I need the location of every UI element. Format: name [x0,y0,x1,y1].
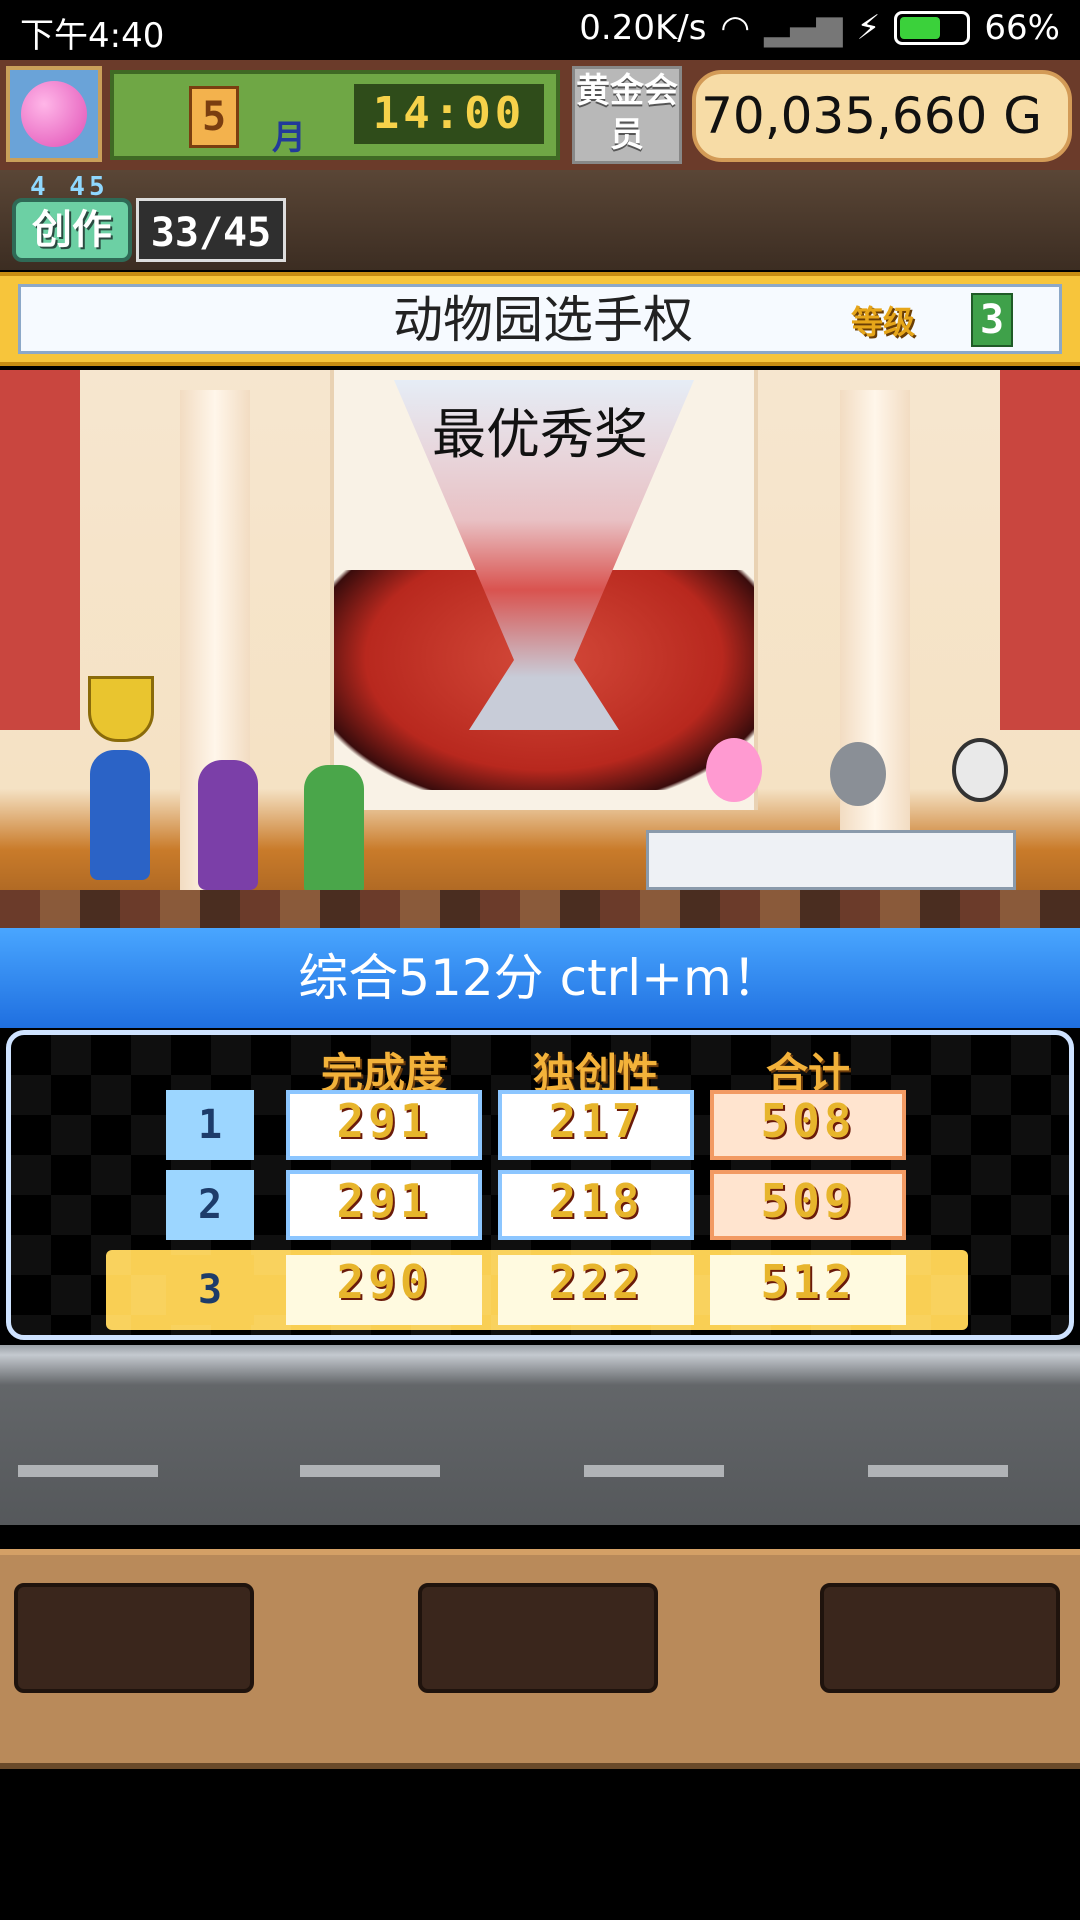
status-right: 0.20K/s ◠ ▂▄▆ ⚡ 66% [579,8,1060,48]
rabbit-judge [706,738,762,802]
contestant-character [198,760,258,890]
result-header: 综合512分 ctrl+m！ [0,928,1080,1028]
contest-banner: 动物园选手权 等级 3 [0,272,1080,366]
clock: 14:00 [354,84,544,144]
score-cell: 217 [498,1090,694,1160]
rank-cell: 3 [166,1255,254,1325]
total-cell: 512 [710,1255,906,1325]
bottom-bar [0,1769,1080,1920]
audience [0,890,1080,928]
total-cell: 508 [710,1090,906,1160]
level-value: 3 [971,293,1013,347]
tray-slot-2[interactable] [418,1583,658,1693]
award-title: 最优秀奖 [432,403,648,466]
total-cell: 509 [710,1170,906,1240]
rank-cell: 1 [166,1090,254,1160]
tray-slot-1[interactable] [14,1583,254,1693]
banner-inner: 动物园选手权 等级 3 [18,284,1062,354]
road-dash [300,1465,440,1477]
divider [0,1525,1080,1549]
scoreboard-grid: 完成度 独创性 合计 1 291 217 508 2 291 218 509 3… [6,1030,1074,1340]
rank-cell: 2 [166,1170,254,1240]
score-cell: 291 [286,1090,482,1160]
bottom-tray [0,1549,1080,1769]
road [0,1345,1080,1525]
koala-judge [830,742,886,806]
panda-judge [952,738,1008,802]
money-display: 70,035,660 G [692,70,1072,162]
score-cell: 291 [286,1170,482,1240]
tray-slot-3[interactable] [820,1583,1060,1693]
month-label: 月 [272,118,306,158]
date-panel: 5 月 14:00 [110,70,560,160]
score-cell: 222 [498,1255,694,1325]
signal-icon: ▂▄▆ [764,8,843,48]
top-hud: 5 月 14:00 黄金会员 70,035,660 G [0,60,1080,170]
month-number: 5 [189,86,239,148]
award-stage: 最优秀奖 [0,370,1080,928]
battery-icon [894,11,971,45]
creation-badge: 创作 [12,198,132,262]
status-time: 下午4:40 [20,16,165,56]
chef-character [90,750,150,880]
network-speed: 0.20K/s [579,8,707,48]
road-dash [584,1465,724,1477]
charging-icon: ⚡ [856,8,881,48]
battery-percent: 66% [984,8,1060,48]
judge-table [646,830,1016,890]
contestant-character [304,765,364,895]
score-cell: 218 [498,1170,694,1240]
status-bar: 下午4:40 0.20K/s ◠ ▂▄▆ ⚡ 66% [0,0,1080,60]
trophy-icon [88,676,154,742]
avatar-tree-icon[interactable] [6,66,102,162]
creation-count: 33/45 [136,198,286,262]
level-label: 等级 [851,303,916,341]
road-dash [18,1465,158,1477]
creation-area: 4 45 创作 33/45 [0,170,1080,270]
wifi-icon: ◠ [720,8,751,48]
road-dash [868,1465,1008,1477]
score-cell: 290 [286,1255,482,1325]
gold-member-badge[interactable]: 黄金会员 [572,66,682,164]
